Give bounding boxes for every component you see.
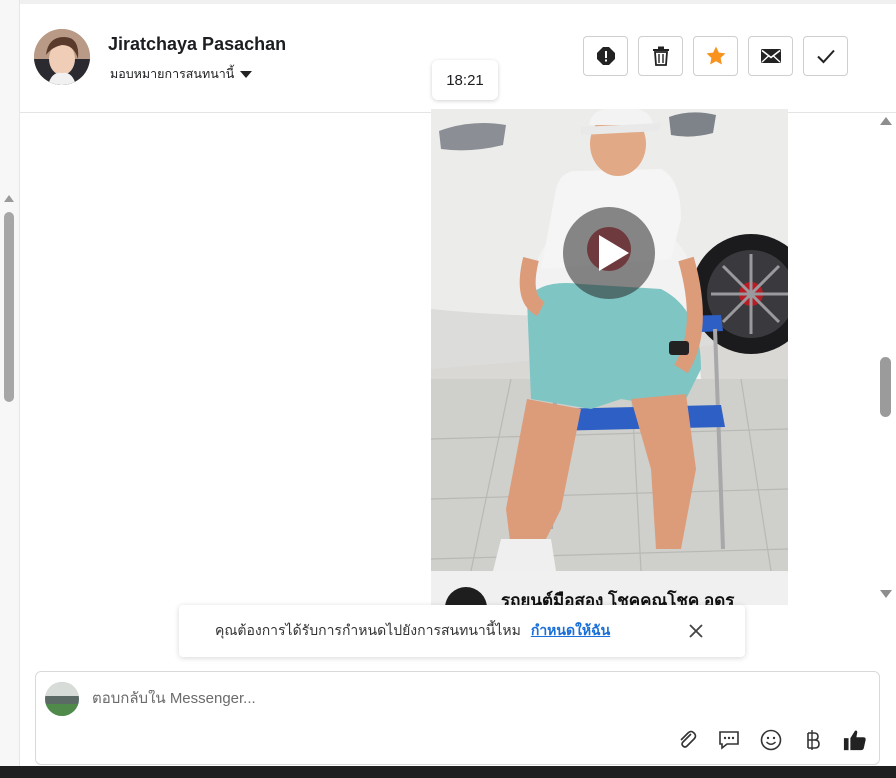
attach-icon <box>680 730 697 748</box>
contact-name[interactable]: Jiratchaya Pasachan <box>108 34 286 55</box>
emoji-icon <box>760 729 782 751</box>
alert-icon <box>596 47 615 65</box>
link-preview-card[interactable]: รถยนต์มือสอง โชคคุณโชค อุดร <box>431 571 788 605</box>
done-button[interactable] <box>803 36 848 76</box>
video-thumbnail <box>431 109 788 571</box>
left-panel-edge <box>0 0 20 778</box>
page-avatar <box>45 682 79 716</box>
reply-input[interactable] <box>92 690 652 707</box>
avatar[interactable] <box>34 29 90 85</box>
play-icon <box>599 235 629 271</box>
saved-reply-button[interactable] <box>717 728 741 752</box>
reply-composer <box>35 671 880 765</box>
scrollbar-thumb[interactable] <box>880 357 891 417</box>
close-icon <box>689 624 703 638</box>
assign-to-me-link[interactable]: กำหนดให้ฉัน <box>531 620 610 642</box>
star-button[interactable] <box>693 36 738 76</box>
star-icon <box>706 46 725 65</box>
os-taskbar <box>0 766 896 778</box>
like-button[interactable] <box>843 728 867 752</box>
play-button[interactable] <box>563 207 655 299</box>
attach-button[interactable] <box>675 728 699 752</box>
left-scroll-up-arrow[interactable] <box>4 195 14 202</box>
assign-label: มอบหมายการสนทนานี้ <box>110 67 235 81</box>
envelope-icon <box>760 49 781 63</box>
saved-reply-icon <box>719 731 739 750</box>
payment-button[interactable] <box>801 728 825 752</box>
emoji-button[interactable] <box>759 728 783 752</box>
video-attachment[interactable] <box>431 109 788 571</box>
trash-icon <box>652 46 669 66</box>
page-avatar-photo <box>45 682 79 716</box>
chevron-down-icon <box>240 70 253 78</box>
report-button[interactable] <box>583 36 628 76</box>
mark-unread-button[interactable] <box>748 36 793 76</box>
message-timestamp: 18:21 <box>432 60 498 100</box>
avatar-photo <box>34 29 90 85</box>
header-actions <box>583 36 848 76</box>
inbox-conversation-view: Jiratchaya Pasachan มอบหมายการสนทนานี้ 1… <box>0 0 896 778</box>
left-scrollbar-thumb[interactable] <box>4 212 14 402</box>
scroll-up-arrow[interactable] <box>880 117 892 125</box>
composer-tools <box>675 728 867 752</box>
check-icon <box>816 49 835 64</box>
assignment-prompt: คุณต้องการได้รับการกำหนดไปยังการสนทนานี้… <box>179 605 745 657</box>
assign-conversation-dropdown[interactable]: มอบหมายการสนทนานี้ <box>110 64 253 84</box>
scroll-down-arrow[interactable] <box>880 590 892 598</box>
link-preview-title: รถยนต์มือสอง โชคคุณโชค อุดร <box>501 591 735 605</box>
close-prompt-button[interactable] <box>687 622 705 640</box>
thumbs-up-icon <box>843 730 866 751</box>
assignment-prompt-message: คุณต้องการได้รับการกำหนดไปยังการสนทนานี้… <box>215 622 521 638</box>
page-logo <box>445 587 487 605</box>
baht-icon <box>807 730 820 750</box>
delete-button[interactable] <box>638 36 683 76</box>
